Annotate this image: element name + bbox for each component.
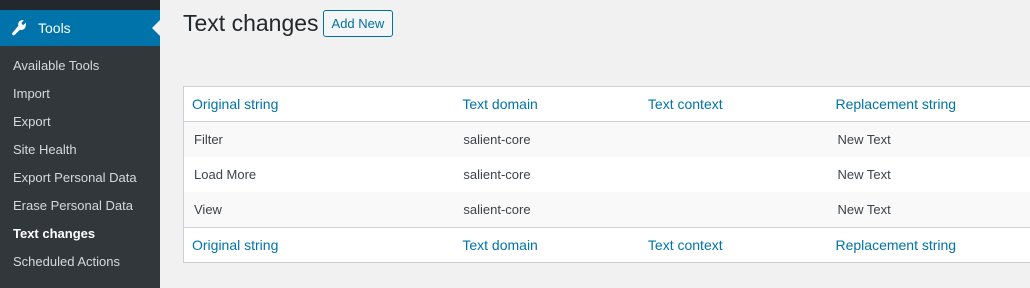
submenu-item-scheduled-actions[interactable]: Scheduled Actions [0, 248, 160, 276]
table-row[interactable]: Load More salient-core New Text [184, 157, 1030, 192]
column-footer-text-context[interactable]: Text context [640, 237, 827, 253]
column-header-replacement-string[interactable]: Replacement string [826, 96, 1030, 112]
column-footer-text-domain[interactable]: Text domain [453, 237, 640, 253]
cell-text-domain: salient-core [463, 202, 531, 217]
cell-original-string[interactable]: Filter [184, 132, 453, 147]
submenu-item-export-personal-data[interactable]: Export Personal Data [0, 164, 160, 192]
cell-original-string[interactable]: View [184, 202, 453, 217]
column-header-original-string[interactable]: Original string [184, 96, 453, 112]
current-menu-arrow [152, 20, 160, 36]
wrench-icon [10, 18, 30, 38]
submenu-item-erase-personal-data[interactable]: Erase Personal Data [0, 192, 160, 220]
cell-text-domain: salient-core [463, 132, 531, 147]
table-header: Original string Text domain Text context… [184, 87, 1030, 122]
menu-item-tools-label: Tools [38, 20, 71, 36]
text-changes-table: Original string Text domain Text context… [183, 86, 1030, 263]
main-content: Text changes Add New Original string Tex… [160, 0, 1030, 288]
column-footer-replacement-string[interactable]: Replacement string [826, 237, 1030, 253]
cell-replacement-string: New Text [837, 167, 891, 182]
cell-replacement-string: New Text [837, 202, 891, 217]
cell-text-domain: salient-core [463, 167, 531, 182]
tools-submenu: Available Tools Import Export Site Healt… [0, 46, 160, 288]
sidebar-top-strip [0, 0, 160, 8]
column-footer-original-string[interactable]: Original string [184, 237, 453, 253]
table-row[interactable]: View salient-core New Text [184, 192, 1030, 227]
table-footer: Original string Text domain Text context… [184, 227, 1030, 262]
admin-sidebar: Tools Available Tools Import Export Site… [0, 0, 160, 288]
page-title: Text changes [183, 10, 319, 36]
submenu-item-import[interactable]: Import [0, 80, 160, 108]
table-row[interactable]: Filter salient-core New Text [184, 122, 1030, 157]
submenu-item-site-health[interactable]: Site Health [0, 136, 160, 164]
menu-item-tools[interactable]: Tools [0, 10, 160, 46]
page-heading: Text changes Add New [183, 10, 394, 37]
column-header-text-context[interactable]: Text context [640, 96, 827, 112]
column-header-text-domain[interactable]: Text domain [453, 96, 640, 112]
submenu-item-text-changes[interactable]: Text changes [0, 220, 160, 248]
cell-original-string[interactable]: Load More [184, 167, 453, 182]
submenu-item-available-tools[interactable]: Available Tools [0, 52, 160, 80]
add-new-button[interactable]: Add New [322, 10, 394, 37]
submenu-item-export[interactable]: Export [0, 108, 160, 136]
cell-replacement-string: New Text [837, 132, 891, 147]
